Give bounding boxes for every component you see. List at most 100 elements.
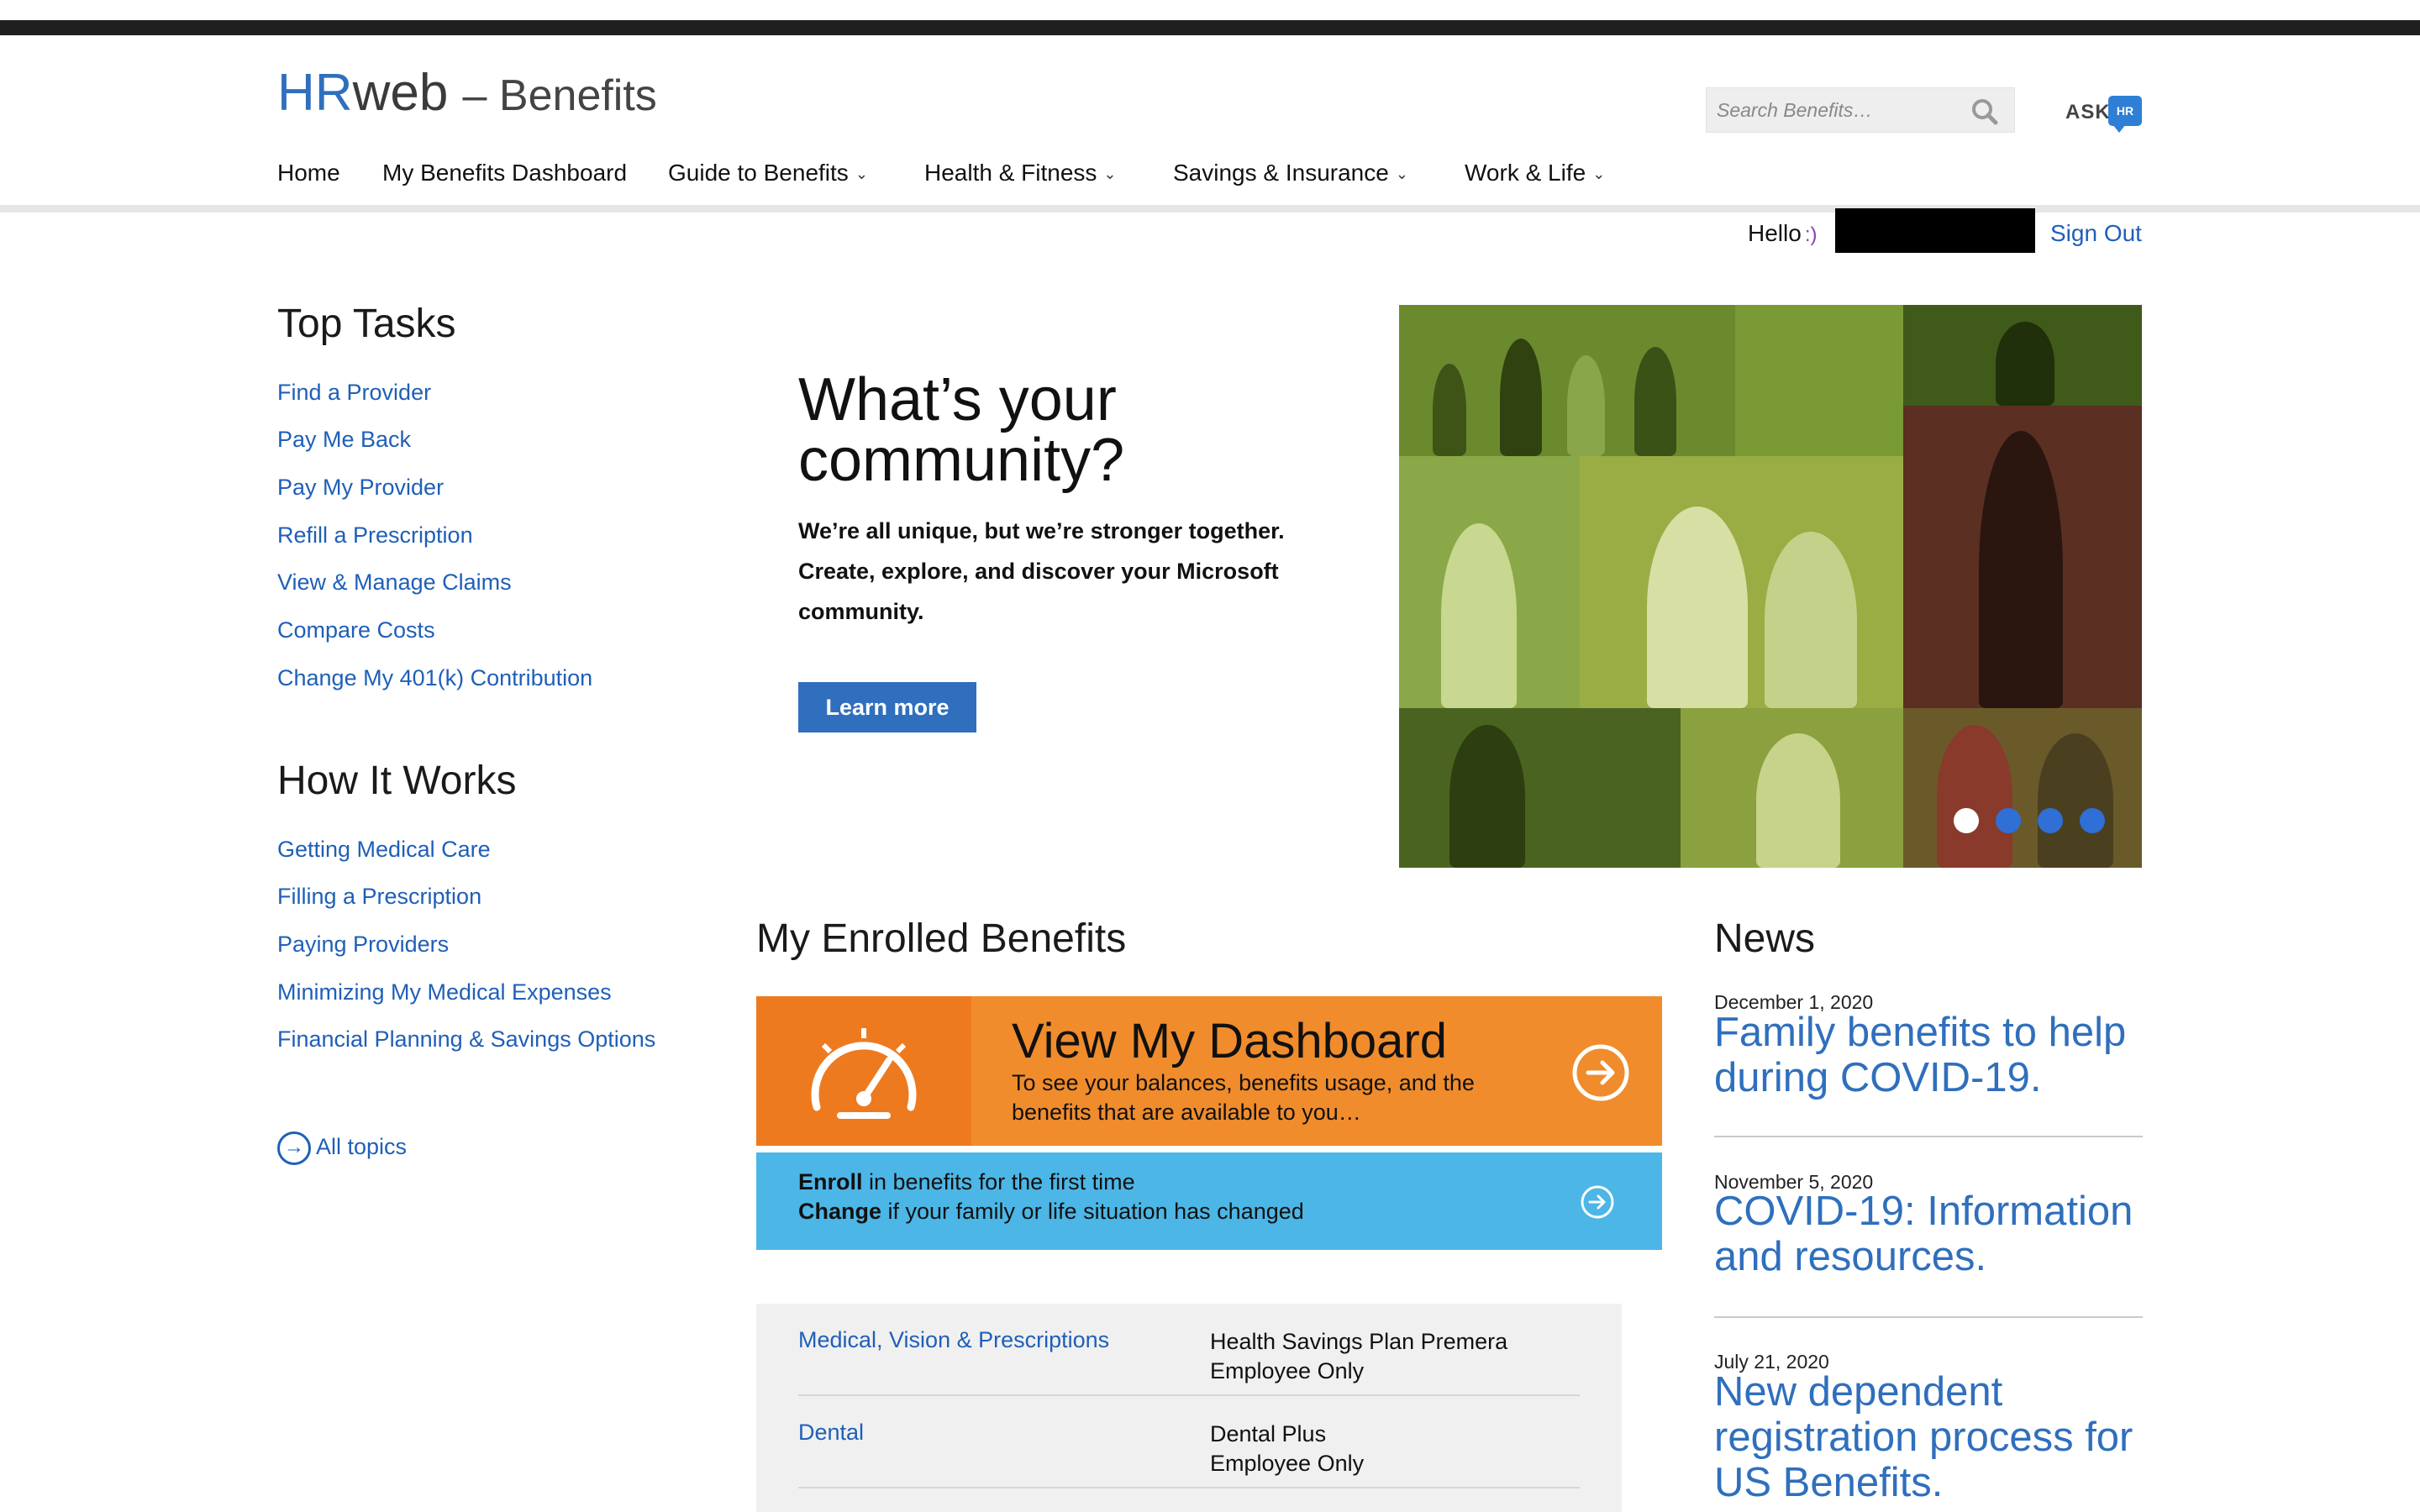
top-black-bar <box>0 20 2420 35</box>
enrolled-benefits-heading: My Enrolled Benefits <box>756 916 1127 961</box>
table-row: Dental Dental Plus Employee Only <box>798 1396 1580 1488</box>
change-bold: Change <box>798 1199 882 1224</box>
nav-divider <box>0 205 2420 213</box>
task-link-pay-my-provider[interactable]: Pay My Provider <box>277 475 444 501</box>
collage-tile <box>1735 305 1903 456</box>
redacted-username <box>1835 208 2035 253</box>
dashboard-icon-box <box>756 996 971 1146</box>
site-logo[interactable]: HRweb – Benefits <box>277 67 657 119</box>
carousel-dot-4[interactable] <box>2080 808 2105 833</box>
chat-bubble-tail <box>2112 124 2126 133</box>
collage-tile <box>1903 305 2142 406</box>
smiley-icon: :) <box>1804 223 1818 246</box>
task-link-401k[interactable]: Change My 401(k) Contribution <box>277 665 592 691</box>
how-link-paying-providers[interactable]: Paying Providers <box>277 932 449 958</box>
hero-title: What’s your community? <box>798 366 1125 494</box>
nav-item-savings-insurance[interactable]: Savings & Insurance ⌄ <box>1173 160 1408 186</box>
news-divider <box>1714 1316 2143 1318</box>
nav-item-my-benefits-dashboard[interactable]: My Benefits Dashboard <box>382 160 627 186</box>
all-topics-link[interactable]: → All topics <box>277 1131 407 1165</box>
carousel-dot-3[interactable] <box>2038 808 2063 833</box>
carousel-dot-2[interactable] <box>1996 808 2021 833</box>
coverage-level: Employee Only <box>1210 1358 1365 1383</box>
collage-tile <box>1903 406 2142 708</box>
how-link-financial-planning[interactable]: Financial Planning & Savings Options <box>277 1026 655 1053</box>
collage-tile <box>1399 305 1735 456</box>
task-link-refill-prescription[interactable]: Refill a Prescription <box>277 522 473 549</box>
learn-more-button[interactable]: Learn more <box>798 682 976 732</box>
hr-chat-bubble-icon: HR <box>2108 96 2142 126</box>
news-headline-link[interactable]: Family benefits to help during COVID-19. <box>1714 1010 2151 1100</box>
speedometer-icon <box>811 1028 917 1119</box>
plan-name: Health Savings Plan Premera <box>1210 1329 1508 1354</box>
enroll-change-card[interactable]: Enroll in benefits for the first time Ch… <box>756 1152 1662 1250</box>
benefit-link-dental[interactable]: Dental <box>798 1420 864 1446</box>
task-link-find-provider[interactable]: Find a Provider <box>277 380 431 406</box>
hero-community-collage-image <box>1399 305 2142 868</box>
enroll-bold: Enroll <box>798 1169 863 1194</box>
chevron-down-icon: ⌄ <box>1395 165 1408 183</box>
table-row: Medical, Vision & Prescriptions Health S… <box>798 1304 1580 1396</box>
view-dashboard-card[interactable]: View My Dashboard To see your balances, … <box>756 996 1662 1146</box>
how-link-minimizing-expenses[interactable]: Minimizing My Medical Expenses <box>277 979 612 1005</box>
task-link-manage-claims[interactable]: View & Manage Claims <box>277 570 512 596</box>
carousel-dot-1[interactable] <box>1954 808 1979 833</box>
enroll-line: Enroll in benefits for the first time <box>798 1169 1135 1195</box>
logo-web-text: web <box>352 64 449 122</box>
ask-hr-button[interactable]: ASK HR <box>2059 92 2146 138</box>
news-headline-link[interactable]: COVID-19: Information and resources. <box>1714 1189 2151 1279</box>
logo-hr-text: HR <box>277 64 353 122</box>
search-box[interactable] <box>1706 87 2015 133</box>
collage-tile <box>1399 708 1681 868</box>
user-greeting: Hello:) <box>1748 220 1817 247</box>
news-divider <box>1714 1136 2143 1137</box>
arrow-right-circle-icon[interactable] <box>1571 1043 1630 1102</box>
arrow-right-circle-icon[interactable] <box>1580 1184 1615 1220</box>
chevron-down-icon: ⌄ <box>855 165 868 183</box>
coverage-level: Employee Only <box>1210 1451 1365 1476</box>
ask-label: ASK <box>2065 101 2111 123</box>
nav-label: Savings & Insurance <box>1173 160 1389 186</box>
dashboard-title: View My Dashboard <box>1012 1014 1447 1068</box>
plan-name: Dental Plus <box>1210 1421 1327 1446</box>
change-line: Change if your family or life situation … <box>798 1199 1304 1225</box>
nav-label: My Benefits Dashboard <box>382 160 628 186</box>
how-link-filling-prescription[interactable]: Filling a Prescription <box>277 884 481 910</box>
benefit-link-medical[interactable]: Medical, Vision & Prescriptions <box>798 1327 1109 1353</box>
search-icon[interactable] <box>1970 97 1999 126</box>
nav-label: Home <box>277 160 340 186</box>
enroll-rest: in benefits for the first time <box>862 1169 1135 1194</box>
dashboard-description: To see your balances, benefits usage, an… <box>1012 1070 1475 1125</box>
benefit-plan-value: Dental Plus Employee Only <box>1210 1420 1364 1478</box>
all-topics-label: All topics <box>316 1134 408 1160</box>
nav-item-work-life[interactable]: Work & Life ⌄ <box>1465 160 1605 186</box>
change-rest: if your family or life situation has cha… <box>881 1199 1304 1224</box>
enrolled-benefits-table: Medical, Vision & Prescriptions Health S… <box>756 1304 1622 1512</box>
nav-label: Work & Life <box>1465 160 1586 186</box>
top-tasks-heading: Top Tasks <box>277 302 456 346</box>
collage-tile <box>1681 708 1903 868</box>
how-link-medical-care[interactable]: Getting Medical Care <box>277 837 491 863</box>
search-input[interactable] <box>1707 88 1959 132</box>
task-link-pay-me-back[interactable]: Pay Me Back <box>277 427 411 453</box>
task-link-compare-costs[interactable]: Compare Costs <box>277 617 435 643</box>
nav-item-guide-to-benefits[interactable]: Guide to Benefits ⌄ <box>668 160 868 186</box>
news-heading: News <box>1714 916 1816 961</box>
hero-body: We’re all unique, but we’re stronger tog… <box>798 518 1285 624</box>
logo-suffix: – Benefits <box>462 71 657 120</box>
nav-item-home[interactable]: Home <box>277 160 340 186</box>
nav-label: Health & Fitness <box>924 160 1097 186</box>
nav-label: Guide to Benefits <box>668 160 849 186</box>
collage-tile <box>1399 456 1580 708</box>
sign-out-link[interactable]: Sign Out <box>2050 220 2142 247</box>
arrow-right-circle-icon: → <box>277 1131 311 1165</box>
collage-tile <box>1903 708 2142 868</box>
chevron-down-icon: ⌄ <box>1103 165 1117 183</box>
nav-item-health-fitness[interactable]: Health & Fitness ⌄ <box>924 160 1117 186</box>
news-headline-link[interactable]: New dependent registration process for U… <box>1714 1369 2151 1505</box>
benefit-plan-value: Health Savings Plan Premera Employee Onl… <box>1210 1327 1507 1386</box>
how-it-works-heading: How It Works <box>277 759 517 803</box>
chevron-down-icon: ⌄ <box>1592 165 1606 183</box>
greeting-text: Hello <box>1748 220 1802 246</box>
carousel-dots <box>1954 808 2122 833</box>
